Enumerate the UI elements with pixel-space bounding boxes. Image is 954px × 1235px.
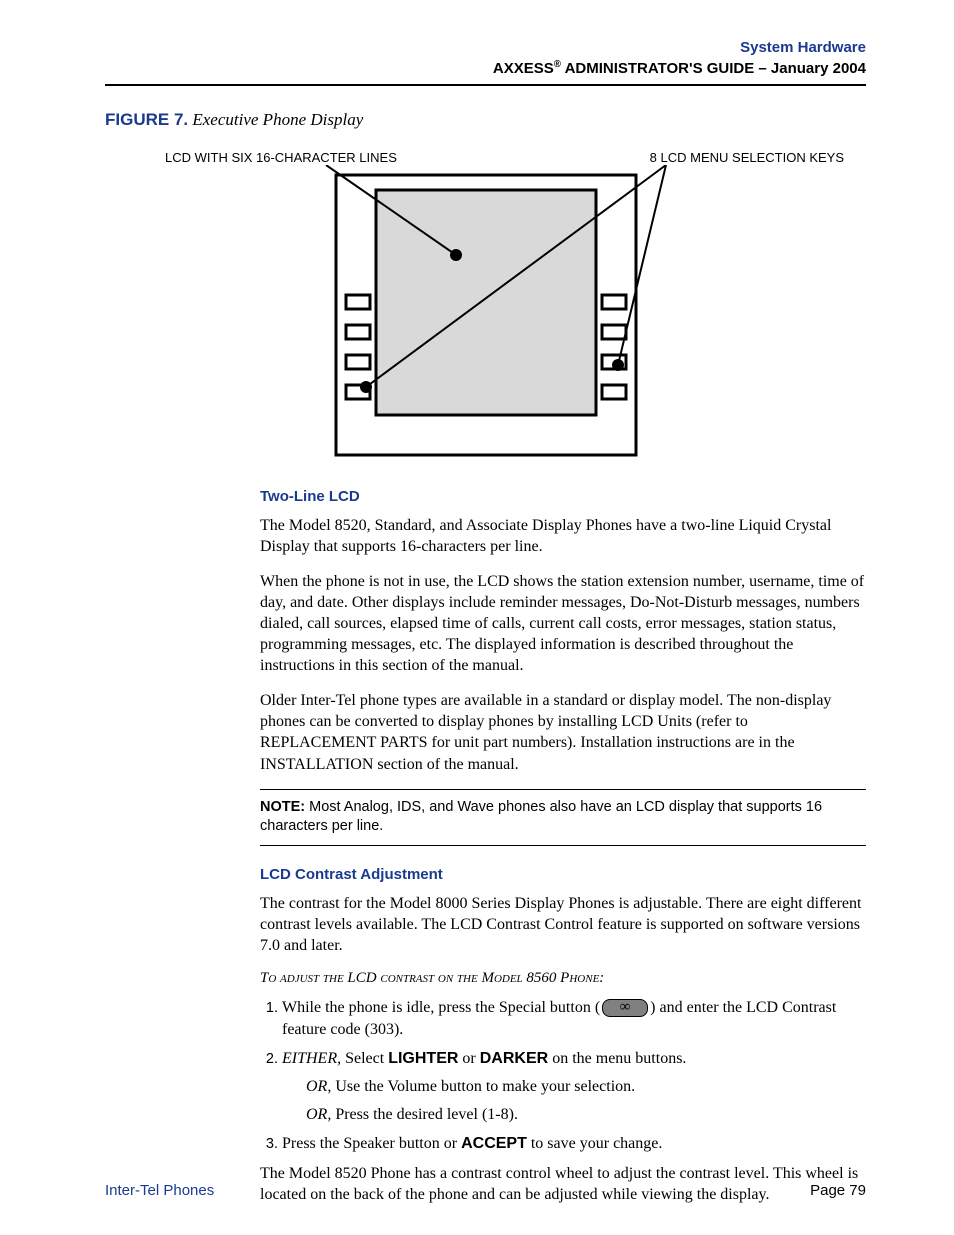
running-header: System Hardware AXXESS® ADMINISTRATOR'S … bbox=[105, 38, 866, 80]
step2-sub1-text: Use the Volume button to make your selec… bbox=[331, 1078, 635, 1095]
guide-suffix: ADMINISTRATOR'S GUIDE – January 2004 bbox=[561, 60, 866, 77]
step-1: While the phone is idle, press the Speci… bbox=[282, 997, 866, 1040]
step3-tail: to save your change. bbox=[527, 1135, 663, 1152]
step2-or: or bbox=[458, 1050, 479, 1067]
header-rule bbox=[105, 84, 866, 86]
step2-sub1: OR, Use the Volume button to make your s… bbox=[306, 1076, 866, 1098]
step2-lighter: LIGHTER bbox=[388, 1050, 458, 1067]
step2-tail: on the menu buttons. bbox=[548, 1050, 686, 1067]
footer-page-number: Page 79 bbox=[810, 1182, 866, 1199]
heading-contrast: LCD Contrast Adjustment bbox=[260, 866, 866, 883]
body-content: Two-Line LCD The Model 8520, Standard, a… bbox=[260, 488, 866, 1205]
para-twoline-1: The Model 8520, Standard, and Associate … bbox=[260, 515, 866, 557]
special-button-icon bbox=[602, 999, 648, 1017]
registered-mark: ® bbox=[554, 59, 561, 70]
phone-diagram bbox=[105, 165, 866, 470]
step3-lead: Press the Speaker button or bbox=[282, 1135, 461, 1152]
page-footer: Inter-Tel Phones Page 79 bbox=[105, 1182, 866, 1199]
note-rule-top bbox=[260, 789, 866, 790]
callout-lcd: LCD WITH SIX 16-CHARACTER LINES bbox=[165, 150, 397, 165]
or-label-2: OR, bbox=[306, 1106, 331, 1123]
header-guide-title: AXXESS® ADMINISTRATOR'S GUIDE – January … bbox=[105, 58, 866, 79]
step2-either: EITHER, bbox=[282, 1050, 341, 1067]
or-label-1: OR, bbox=[306, 1078, 331, 1095]
page: System Hardware AXXESS® ADMINISTRATOR'S … bbox=[0, 0, 954, 1235]
note-block: NOTE: Most Analog, IDS, and Wave phones … bbox=[260, 798, 866, 837]
header-section-title: System Hardware bbox=[105, 38, 866, 58]
step-3: Press the Speaker button or ACCEPT to sa… bbox=[282, 1133, 866, 1155]
procedure-title: To adjust the LCD contrast on the Model … bbox=[260, 970, 866, 987]
callout-keys: 8 LCD MENU SELECTION KEYS bbox=[650, 150, 844, 165]
para-contrast-1: The contrast for the Model 8000 Series D… bbox=[260, 893, 866, 956]
diagram-callout-row: LCD WITH SIX 16-CHARACTER LINES 8 LCD ME… bbox=[105, 150, 866, 165]
product-name: AXXESS bbox=[493, 60, 554, 77]
heading-two-line-lcd: Two-Line LCD bbox=[260, 488, 866, 505]
step3-accept: ACCEPT bbox=[461, 1135, 527, 1152]
footer-section: Inter-Tel Phones bbox=[105, 1182, 214, 1199]
figure-caption: FIGURE 7. Executive Phone Display bbox=[105, 110, 866, 130]
step2-select: Select bbox=[341, 1050, 388, 1067]
step2-sub2: OR, Press the desired level (1-8). bbox=[306, 1104, 866, 1126]
step2-darker: DARKER bbox=[480, 1050, 548, 1067]
note-label: NOTE: bbox=[260, 799, 305, 815]
step1-lead: While the phone is idle, press the Speci… bbox=[282, 999, 600, 1016]
note-body: Most Analog, IDS, and Wave phones also h… bbox=[260, 799, 822, 835]
diagram-svg bbox=[246, 165, 726, 465]
para-twoline-2: When the phone is not in use, the LCD sh… bbox=[260, 571, 866, 677]
figure-number: FIGURE 7. bbox=[105, 110, 188, 129]
step2-sub2-text: Press the desired level (1-8). bbox=[331, 1106, 518, 1123]
procedure-list: While the phone is idle, press the Speci… bbox=[260, 997, 866, 1155]
para-twoline-3: Older Inter-Tel phone types are availabl… bbox=[260, 690, 866, 774]
figure-title: Executive Phone Display bbox=[188, 110, 363, 129]
step-2: EITHER, Select LIGHTER or DARKER on the … bbox=[282, 1048, 866, 1125]
note-rule-bottom bbox=[260, 845, 866, 846]
